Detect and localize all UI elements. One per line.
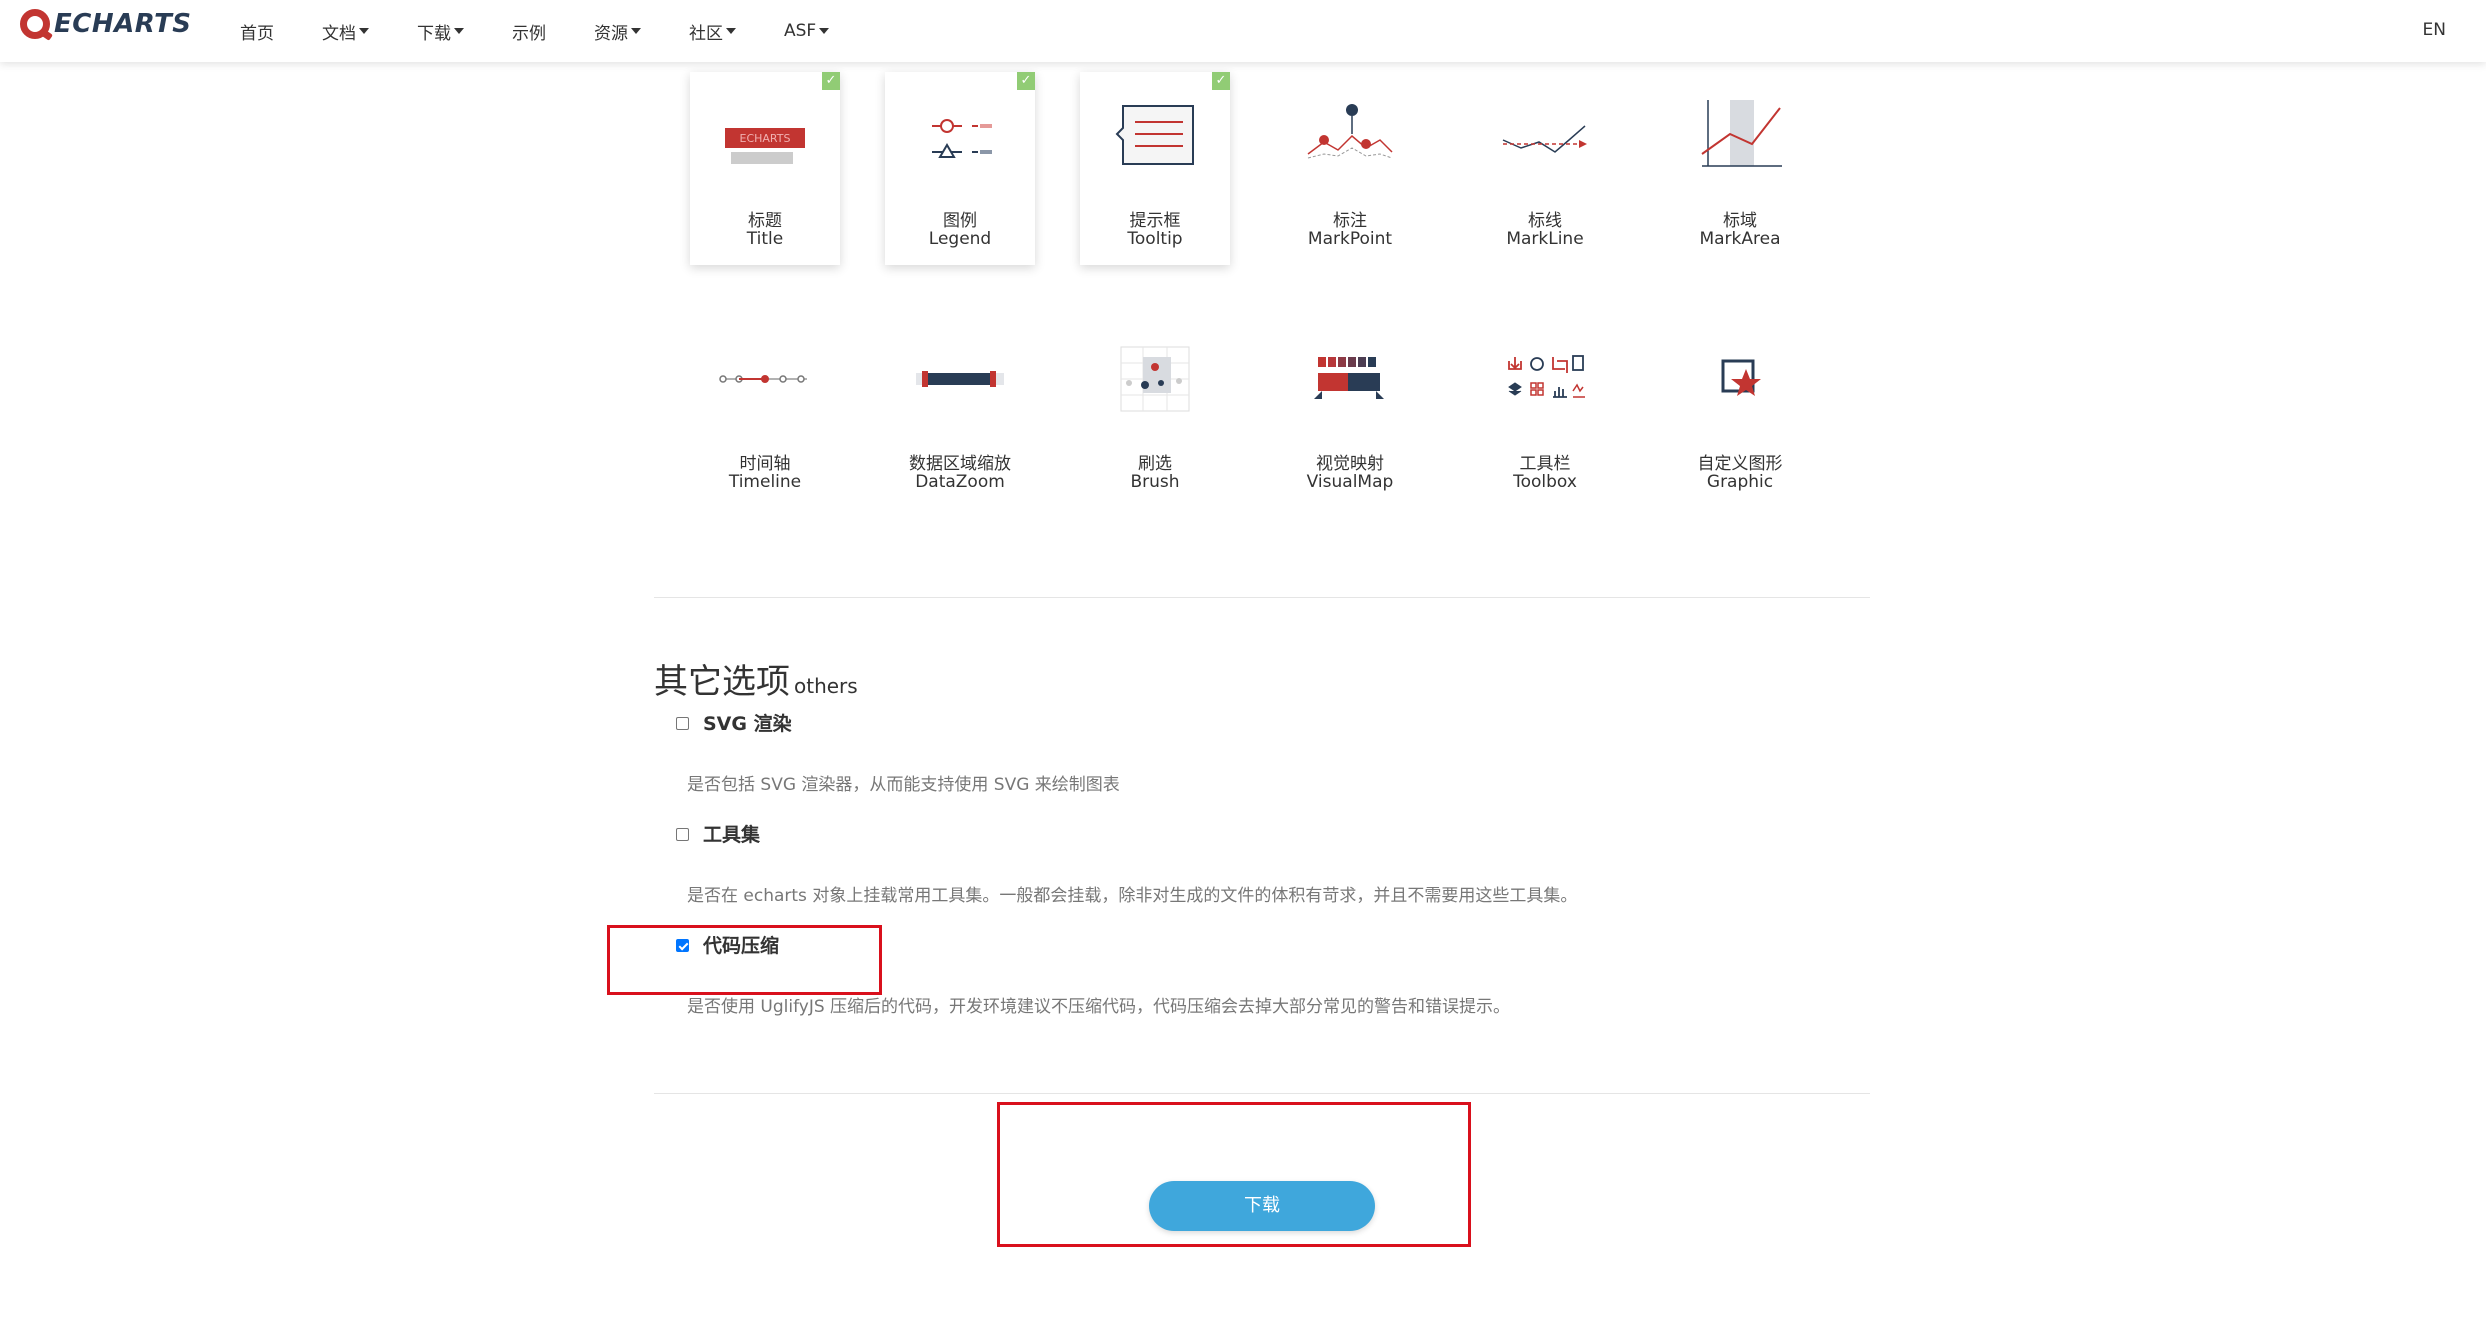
logo-text: ECHARTS (54, 9, 192, 39)
component-name-zh: 标线 (1528, 211, 1562, 231)
component-card-markline[interactable]: 标线 MarkLine (1470, 72, 1620, 265)
component-card-markpoint[interactable]: 标注 MarkPoint (1275, 72, 1425, 265)
nav-item-docs[interactable]: 文档 (322, 19, 369, 44)
nav-item-label: 社区 (689, 23, 723, 44)
top-navbar: ECHARTS 首页 文档 下载 示例 资源 社区 ASF EN (0, 0, 2486, 62)
caret-down-icon (454, 28, 464, 34)
others-section-title: 其它选项 others (654, 654, 858, 703)
nav-item-examples[interactable]: 示例 (512, 19, 546, 44)
caret-down-icon (359, 28, 369, 34)
nav-item-download[interactable]: 下载 (417, 19, 464, 44)
component-card-tooltip[interactable]: ✓ 提示框 Tooltip (1080, 72, 1230, 265)
nav-item-label: ASF (784, 21, 817, 41)
component-card-markarea[interactable]: 标域 MarkArea (1665, 72, 1815, 265)
nav-item-label: 下载 (417, 23, 451, 44)
component-name-en: Graphic (1706, 472, 1774, 492)
highlight-box-minify (607, 925, 882, 995)
component-name-zh: 工具栏 (1519, 454, 1571, 474)
component-card-legend[interactable]: ✓ 图例 Legend (885, 72, 1035, 265)
title-icon: ECHARTS (725, 128, 805, 164)
component-card-toolbox[interactable]: 工具栏 Toolbox (1470, 315, 1620, 508)
svg-render-checkbox[interactable] (676, 717, 689, 730)
nav-item-community[interactable]: 社区 (689, 19, 736, 44)
utils-description: 是否在 echarts 对象上挂载常用工具集。一般都会挂载，除非对生成的文件的体… (687, 886, 1578, 906)
language-switch[interactable]: EN (2423, 20, 2446, 40)
brush-icon (1120, 346, 1190, 412)
component-card-datazoom[interactable]: 数据区域缩放 DataZoom (885, 315, 1035, 508)
markline-icon (1502, 125, 1587, 153)
datazoom-icon (916, 371, 1004, 387)
component-name-zh: 刷选 (1138, 454, 1172, 474)
utils-checkbox[interactable] (676, 828, 689, 841)
component-name-en: Tooltip (1127, 229, 1183, 249)
svg-text:ECHARTS: ECHARTS (740, 132, 791, 145)
check-icon: ✓ (822, 72, 840, 90)
minify-description: 是否使用 UglifyJS 压缩后的代码，开发环境建议不压缩代码，代码压缩会去掉… (687, 997, 1511, 1017)
component-name-zh: 图例 (943, 211, 977, 231)
component-name-zh: 时间轴 (739, 454, 791, 474)
nav-item-label: 资源 (594, 23, 628, 44)
graphic-icon (1721, 359, 1761, 396)
section-title-zh: 其它选项 (654, 662, 790, 702)
nav-item-resources[interactable]: 资源 (594, 19, 641, 44)
nav-item-label: 首页 (240, 23, 274, 44)
utils-label[interactable]: 工具集 (703, 820, 760, 847)
component-name-zh: 数据区域缩放 (909, 454, 1011, 474)
component-name-zh: 标域 (1723, 211, 1757, 231)
component-name-en: Title (746, 229, 784, 249)
caret-down-icon (726, 28, 736, 34)
component-card-title[interactable]: ✓ ECHARTS 标题 Title (690, 72, 840, 265)
component-name-en: Legend (928, 229, 992, 249)
component-name-en: Toolbox (1513, 472, 1577, 492)
timeline-icon (719, 375, 807, 383)
component-name-zh: 标题 (748, 211, 782, 231)
logo-icon (20, 9, 50, 39)
section-title-en: others (794, 674, 858, 698)
component-name-zh: 标注 (1333, 211, 1367, 231)
svg-render-label[interactable]: SVG 渲染 (703, 709, 792, 736)
markarea-icon (1701, 100, 1782, 167)
nav-item-label: 示例 (512, 23, 546, 44)
check-icon: ✓ (1017, 72, 1035, 90)
caret-down-icon (819, 28, 830, 34)
nav-item-asf[interactable]: ASF (784, 21, 830, 41)
nav-menu: 首页 文档 下载 示例 资源 社区 ASF (240, 0, 877, 62)
nav-item-label: 文档 (322, 23, 356, 44)
component-card-timeline[interactable]: 时间轴 Timeline (690, 315, 840, 508)
component-name-zh: 自定义图形 (1697, 454, 1783, 474)
echarts-logo[interactable]: ECHARTS (20, 9, 192, 39)
component-card-graphic[interactable]: 自定义图形 Graphic (1665, 315, 1815, 508)
caret-down-icon (631, 28, 641, 34)
component-name-en: MarkPoint (1307, 229, 1393, 249)
download-button[interactable]: 下载 (1149, 1181, 1375, 1231)
component-name-en: MarkArea (1699, 229, 1781, 249)
component-card-brush[interactable]: 刷选 Brush (1080, 315, 1230, 508)
component-name-en: VisualMap (1306, 472, 1394, 492)
component-name-en: DataZoom (915, 472, 1005, 492)
section-divider (654, 1093, 1870, 1094)
section-divider (654, 597, 1870, 598)
component-name-en: Brush (1130, 472, 1180, 492)
component-name-en: MarkLine (1506, 229, 1584, 249)
legend-icon (932, 119, 992, 158)
component-card-visualmap[interactable]: 视觉映射 VisualMap (1275, 315, 1425, 508)
markpoint-icon (1307, 104, 1393, 159)
nav-item-home[interactable]: 首页 (240, 19, 274, 44)
toolbox-icon (1508, 355, 1585, 398)
component-name-en: Timeline (728, 472, 802, 492)
component-name-zh: 提示框 (1129, 211, 1181, 231)
check-icon: ✓ (1212, 72, 1230, 90)
visualmap-icon (1314, 357, 1384, 399)
tooltip-icon (1115, 105, 1194, 165)
svg-render-description: 是否包括 SVG 渲染器，从而能支持使用 SVG 来绘制图表 (687, 775, 1120, 795)
component-name-zh: 视觉映射 (1316, 454, 1384, 474)
